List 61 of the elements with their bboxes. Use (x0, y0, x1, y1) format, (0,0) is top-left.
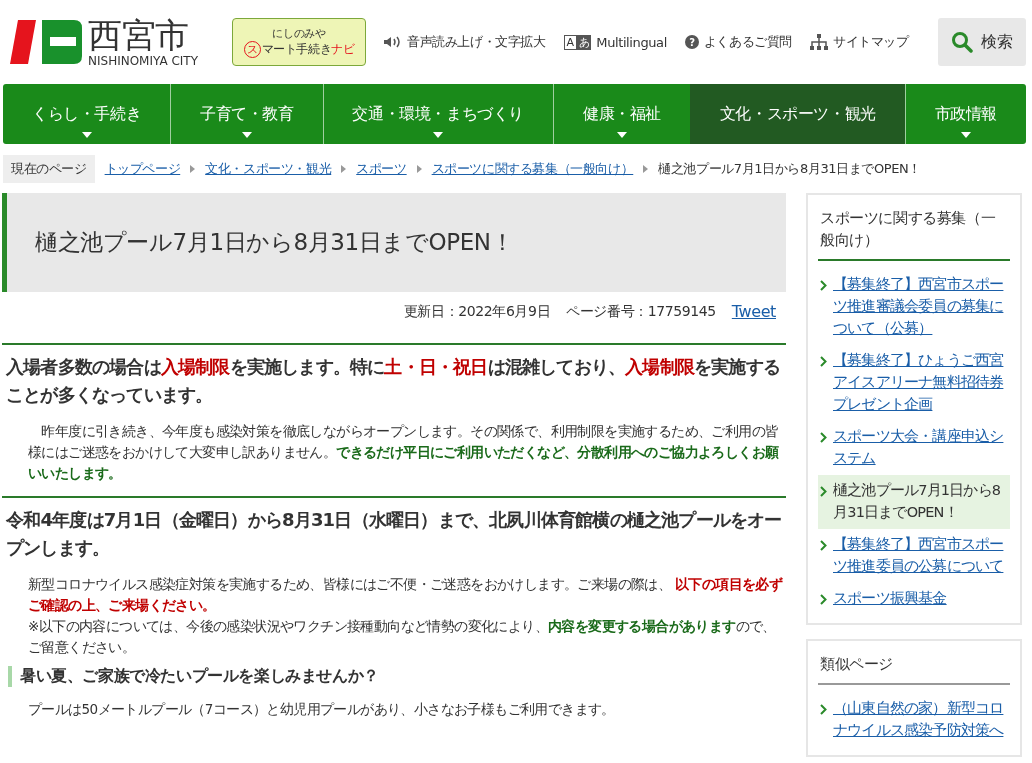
section-heading: 令和4年度は7月1日（金曜日）から8月31日（水曜日）まで、北夙川体育館横の樋之池プールをオープンします。 (2, 496, 786, 562)
update-date: 更新日：2022年6月9日 (403, 302, 551, 321)
chevron-icon (820, 594, 827, 605)
nav-tab[interactable]: 交通・環境・まちづくり (322, 84, 553, 144)
sidebar-title: スポーツに関する募集（一般向け） (818, 205, 1010, 261)
page-number: ページ番号：17759145 (566, 302, 716, 321)
caret-icon (433, 132, 444, 138)
sitemap-icon (810, 34, 829, 50)
subsection-heading: 暑い夏、ご家族で冷たいプールを楽しみませんか？ (8, 666, 786, 687)
sidebar-current-item: 樋之池プール7月1日から8月31日までOPEN！ (818, 475, 1010, 529)
breadcrumb-link[interactable]: トップページ (104, 160, 181, 178)
utility-link[interactable]: 音声読み上げ・文字拡大 (382, 33, 546, 51)
utility-link[interactable]: サイトマップ (810, 33, 909, 51)
breadcrumb-link[interactable]: スポーツ (356, 160, 407, 178)
sidebar-item[interactable]: 【募集終了】西宮市スポーツ推進委員の公募について (818, 529, 1010, 583)
paragraph: 昨年度に引き続き、今年度も感染対策を徹底しながらオープンします。その関係で、利用制限を実施するため、ご利用の皆様にはご迷惑をおかけして大変申し訳ありません。できるだけ平日にご利用いただくなど、分散利用へのご協力よろしくお願いいたします。 (28, 422, 780, 483)
section-heading: 入場者多数の場合は入場制限を実施します。特に土・日・祝日は混雑しており、入場制限を実施することが多くなっています。 (2, 343, 786, 409)
search-button[interactable]: 検索 (938, 18, 1026, 66)
utility-link[interactable]: A あ Multilingual (563, 33, 667, 51)
breadcrumb-link[interactable]: スポーツに関する募集（一般向け） (431, 160, 634, 178)
sidebar-item[interactable]: 【募集終了】ひょうご西宮アイスアリーナ無料招待券プレゼント企画 (818, 345, 1010, 421)
chevron-icon (341, 165, 347, 173)
city-name: 西宮市 (88, 16, 190, 54)
caret-icon (616, 132, 627, 138)
city-logo-icon (10, 18, 82, 66)
chevron-icon (820, 486, 827, 497)
chevron-icon (820, 356, 827, 367)
caret-icon (960, 132, 971, 138)
chevron-icon (643, 165, 649, 173)
chevron-icon (820, 280, 827, 291)
chevron-icon (416, 165, 422, 173)
breadcrumb-current: 樋之池プール7月1日から8月31日までOPEN！ (658, 160, 921, 178)
nav-tab[interactable]: 子育て・教育 (170, 84, 323, 144)
page-title: 樋之池プール7月1日から8月31日までOPEN！ (2, 193, 786, 292)
caret-icon (241, 132, 252, 138)
nav-tab[interactable]: 文化・スポーツ・観光 (689, 84, 905, 144)
speaker-icon (382, 35, 402, 49)
sidebar-title: 類似ページ (818, 651, 1010, 685)
help-icon: ? (684, 35, 699, 49)
chevron-icon (820, 704, 827, 715)
tweet-link[interactable]: Tweet (731, 302, 776, 321)
paragraph: ※以下の内容については、今後の感染状況やワクチン接種動向など情勢の変化により、内容を変更する場合がありますので、ご留意ください。 (28, 617, 777, 657)
sidebar-item[interactable]: スポーツ振興基金 (818, 583, 1010, 615)
chevron-icon (190, 165, 196, 173)
utility-link[interactable]: ? よくあるご質問 (684, 33, 793, 51)
sidebar-item[interactable]: 【募集終了】西宮市スポーツ推進審議会委員の募集について（公募） (818, 269, 1010, 345)
breadcrumb-link[interactable]: 文化・スポーツ・観光 (205, 160, 332, 178)
breadcrumb-label: 現在のページ (3, 155, 95, 183)
smart-procedure-banner[interactable]: にしのみや ス マート手続きナビ (232, 18, 366, 66)
search-icon (951, 31, 973, 53)
paragraph: プールは50メートルプール（7コース）と幼児用プールがあり、小さなお子様もご利用できます。 (28, 700, 616, 719)
chevron-icon (820, 540, 827, 551)
nav-tab[interactable]: 健康・福祉 (553, 84, 690, 144)
chevron-icon (820, 432, 827, 443)
caret-icon (81, 132, 92, 138)
sidebar-item[interactable]: （山東自然の家）新型コロナウイルス感染予防対策へ (818, 693, 1010, 747)
nav-tab[interactable]: 市政情報 (904, 84, 1026, 144)
sidebar-item[interactable]: スポーツ大会・講座申込システム (818, 421, 1010, 475)
city-name-roman: NISHINOMIYA CITY (88, 54, 198, 68)
nav-tab[interactable]: くらし・手続き (3, 84, 171, 144)
paragraph: 新型コロナウイルス感染症対策を実施するため、皆様にはご不便・ご迷惑をおかけします。ご来場の際は、 以下の項目を必ずご確認の上、ご来場ください。 (28, 575, 784, 615)
